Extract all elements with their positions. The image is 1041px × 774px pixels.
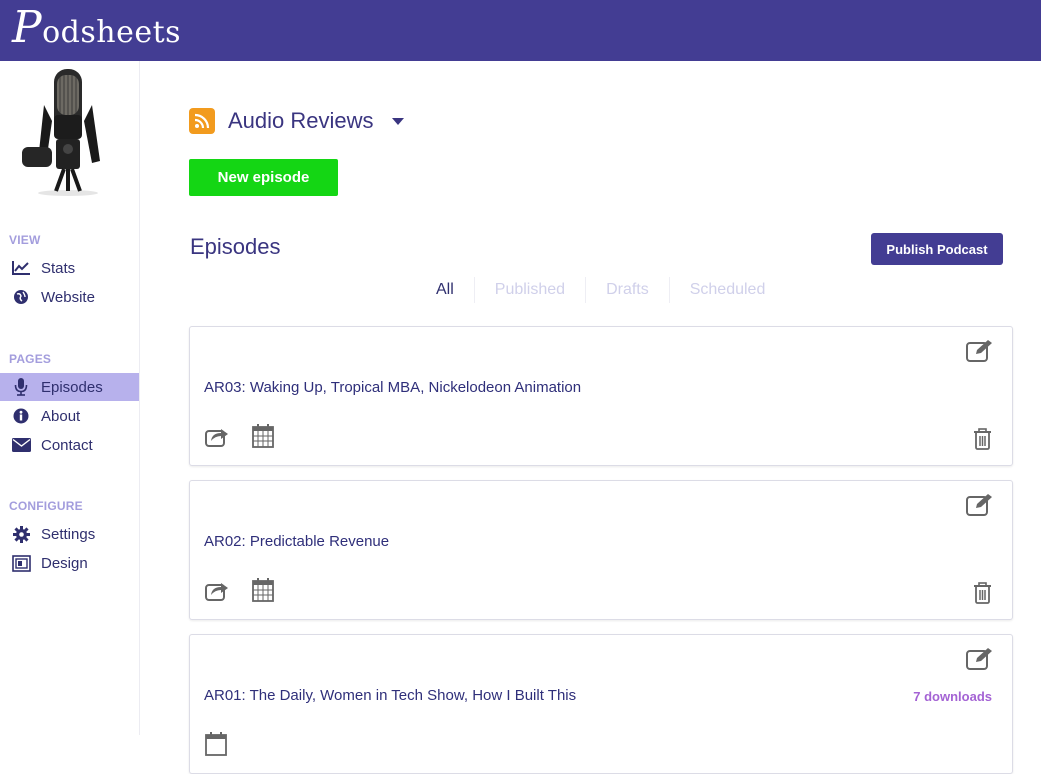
sidebar-item-contact[interactable]: Contact — [0, 431, 139, 459]
new-episode-button[interactable]: New episode — [189, 159, 338, 196]
microphone-icon — [10, 378, 32, 396]
sidebar-item-label: Stats — [41, 259, 76, 277]
podcast-selector[interactable]: Audio Reviews — [189, 108, 404, 134]
episode-card: AR03: Waking Up, Tropical MBA, Nickelode… — [189, 326, 1013, 466]
edit-icon[interactable] — [966, 647, 994, 671]
line-chart-icon — [10, 260, 32, 276]
sidebar-item-settings[interactable]: Settings — [0, 520, 139, 548]
publish-podcast-button[interactable]: Publish Podcast — [871, 233, 1003, 265]
section-label-configure: CONFIGURE — [9, 499, 83, 513]
episode-title[interactable]: AR01: The Daily, Women in Tech Show, How… — [204, 687, 576, 704]
sidebar-item-episodes[interactable]: Episodes — [0, 373, 139, 401]
sidebar-item-website[interactable]: Website — [0, 283, 139, 311]
calendar-icon[interactable] — [252, 424, 274, 448]
trash-icon[interactable] — [973, 582, 992, 604]
info-icon — [10, 408, 32, 424]
trash-icon[interactable] — [973, 428, 992, 450]
episode-card: AR02: Predictable Revenue — [189, 480, 1013, 620]
sidebar-item-about[interactable]: About — [0, 402, 139, 430]
sidebar-item-label: Episodes — [41, 378, 103, 396]
rss-icon — [189, 108, 215, 134]
globe-icon — [10, 289, 32, 305]
gear-icon — [10, 525, 32, 543]
sidebar-item-label: Settings — [41, 525, 96, 543]
sidebar-item-label: Website — [41, 288, 95, 306]
episode-title[interactable]: AR03: Waking Up, Tropical MBA, Nickelode… — [204, 379, 581, 396]
podcast-title: Audio Reviews — [228, 108, 374, 133]
tab-scheduled[interactable]: Scheduled — [668, 277, 786, 303]
section-label-pages: PAGES — [9, 352, 52, 366]
sidebar-item-design[interactable]: Design — [0, 549, 139, 577]
envelope-icon — [10, 438, 32, 452]
tab-published[interactable]: Published — [473, 277, 585, 303]
tab-drafts[interactable]: Drafts — [585, 277, 669, 303]
section-label-view: VIEW — [9, 233, 41, 247]
sidebar-item-label: About — [41, 407, 81, 425]
share-icon[interactable] — [205, 425, 230, 447]
sidebar: VIEW Stats Website PAGES Episodes About … — [0, 61, 140, 735]
tab-all[interactable]: All — [418, 277, 474, 303]
sidebar-item-stats[interactable]: Stats — [0, 254, 139, 282]
page-title: Episodes — [190, 234, 281, 259]
calendar-icon[interactable] — [252, 578, 274, 602]
top-bar: Podsheets — [0, 0, 1041, 61]
sidebar-item-label: Contact — [41, 436, 93, 454]
share-icon[interactable] — [205, 579, 230, 601]
episode-card: AR01: The Daily, Women in Tech Show, How… — [189, 634, 1013, 774]
downloads-count[interactable]: 7 downloads — [913, 689, 992, 704]
calendar-icon[interactable] — [205, 732, 227, 756]
podcast-cover-image — [22, 69, 100, 196]
edit-icon[interactable] — [966, 493, 994, 517]
edit-icon[interactable] — [966, 339, 994, 363]
sidebar-item-label: Design — [41, 554, 88, 572]
podsheets-logo[interactable]: Podsheets — [12, 6, 181, 51]
episode-filter-tabs: All Published Drafts Scheduled — [418, 277, 785, 303]
chevron-down-icon[interactable] — [391, 117, 404, 125]
episode-title[interactable]: AR02: Predictable Revenue — [204, 533, 389, 550]
design-icon — [10, 554, 32, 572]
